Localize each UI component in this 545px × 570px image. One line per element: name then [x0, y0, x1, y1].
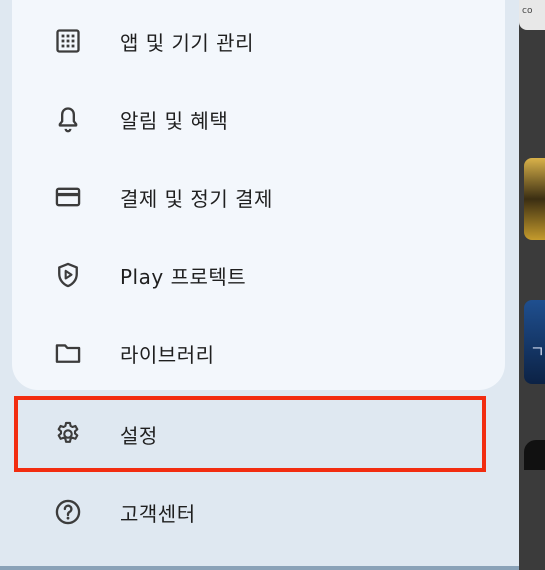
menu-item-label: Play 프로텍트 — [120, 264, 247, 289]
menu-item-notifications-offers[interactable]: 알림 및 혜택 — [12, 80, 505, 158]
background-app-tile: ㄱ — [524, 300, 545, 384]
menu-item-app-device-manage[interactable]: 앱 및 기기 관리 — [12, 2, 505, 80]
credit-card-icon — [54, 183, 82, 211]
highlight-box — [14, 396, 486, 472]
menu-item-library[interactable]: 라이브러리 — [12, 314, 505, 392]
help-center-item[interactable]: 고객센터 — [12, 473, 505, 551]
menu-item-label: 앱 및 기기 관리 — [120, 30, 254, 55]
background-app-tile — [524, 158, 545, 240]
account-menu-card: 앱 및 기기 관리 알림 및 혜택 결제 및 정기 결제 Play 프로텍트 라… — [12, 0, 505, 390]
menu-item-play-protect[interactable]: Play 프로텍트 — [12, 236, 505, 314]
bottom-divider — [0, 566, 519, 570]
menu-item-payments-subscriptions[interactable]: 결제 및 정기 결제 — [12, 158, 505, 236]
folder-icon — [54, 339, 82, 367]
menu-item-label: 알림 및 혜택 — [120, 108, 229, 133]
help-circle-icon — [54, 498, 82, 526]
apps-grid-icon — [54, 27, 82, 55]
menu-item-label: 라이브러리 — [120, 342, 215, 367]
background-app-tile — [524, 440, 545, 470]
background-app-strip: co ㄱ — [519, 0, 545, 570]
menu-item-label: 결제 및 정기 결제 — [120, 186, 273, 211]
bell-icon — [54, 105, 82, 133]
background-tile-top: co — [519, 0, 545, 30]
help-center-label: 고객센터 — [120, 501, 196, 526]
play-protect-shield-icon — [54, 261, 82, 289]
